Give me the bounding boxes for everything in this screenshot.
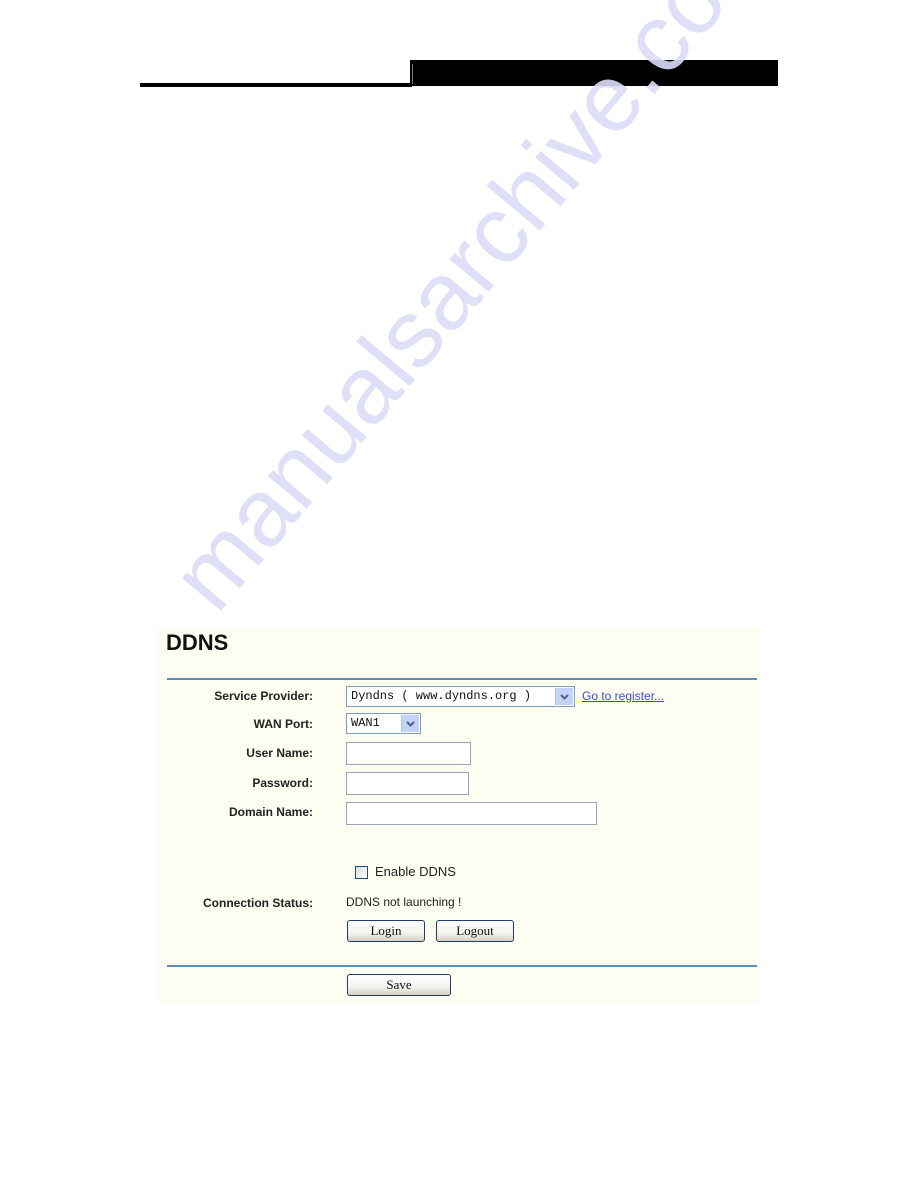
header-rule: [140, 83, 412, 87]
user-name-input[interactable]: [346, 742, 471, 765]
password-label: Password:: [252, 776, 313, 790]
domain-name-input[interactable]: [346, 802, 597, 825]
password-input[interactable]: [346, 772, 469, 795]
domain-name-label: Domain Name:: [228, 805, 313, 819]
service-provider-label: Service Provider:: [214, 689, 313, 703]
top-divider: [167, 678, 757, 680]
wan-port-select[interactable]: WAN1: [346, 713, 421, 734]
header-separator: [412, 64, 413, 84]
go-to-register-link[interactable]: Go to register...: [582, 689, 664, 703]
connection-status-label: Connection Status:: [203, 896, 313, 910]
logout-button[interactable]: Logout: [436, 920, 514, 942]
service-provider-select[interactable]: Dyndns ( www.dyndns.org ): [346, 686, 575, 707]
service-provider-value: Dyndns ( www.dyndns.org ): [351, 689, 532, 703]
enable-ddns-checkbox[interactable]: [355, 866, 368, 879]
page-title: DDNS: [166, 630, 229, 655]
wan-port-value: WAN1: [351, 716, 380, 730]
enable-ddns-label: Enable DDNS: [375, 864, 456, 879]
header-bar: [410, 60, 778, 86]
chevron-down-icon[interactable]: [555, 688, 573, 705]
wan-port-label: WAN Port:: [253, 717, 313, 731]
connection-status-value: DDNS not launching !: [346, 895, 462, 909]
chevron-down-icon[interactable]: [401, 715, 419, 732]
watermark: manualsarchive.com: [150, 0, 799, 630]
user-name-label: User Name:: [246, 746, 313, 760]
login-button[interactable]: Login: [347, 920, 425, 942]
save-button[interactable]: Save: [347, 974, 451, 996]
bottom-divider: [167, 965, 757, 967]
ddns-panel: DDNS Service Provider: Dyndns ( www.dynd…: [157, 628, 761, 1002]
